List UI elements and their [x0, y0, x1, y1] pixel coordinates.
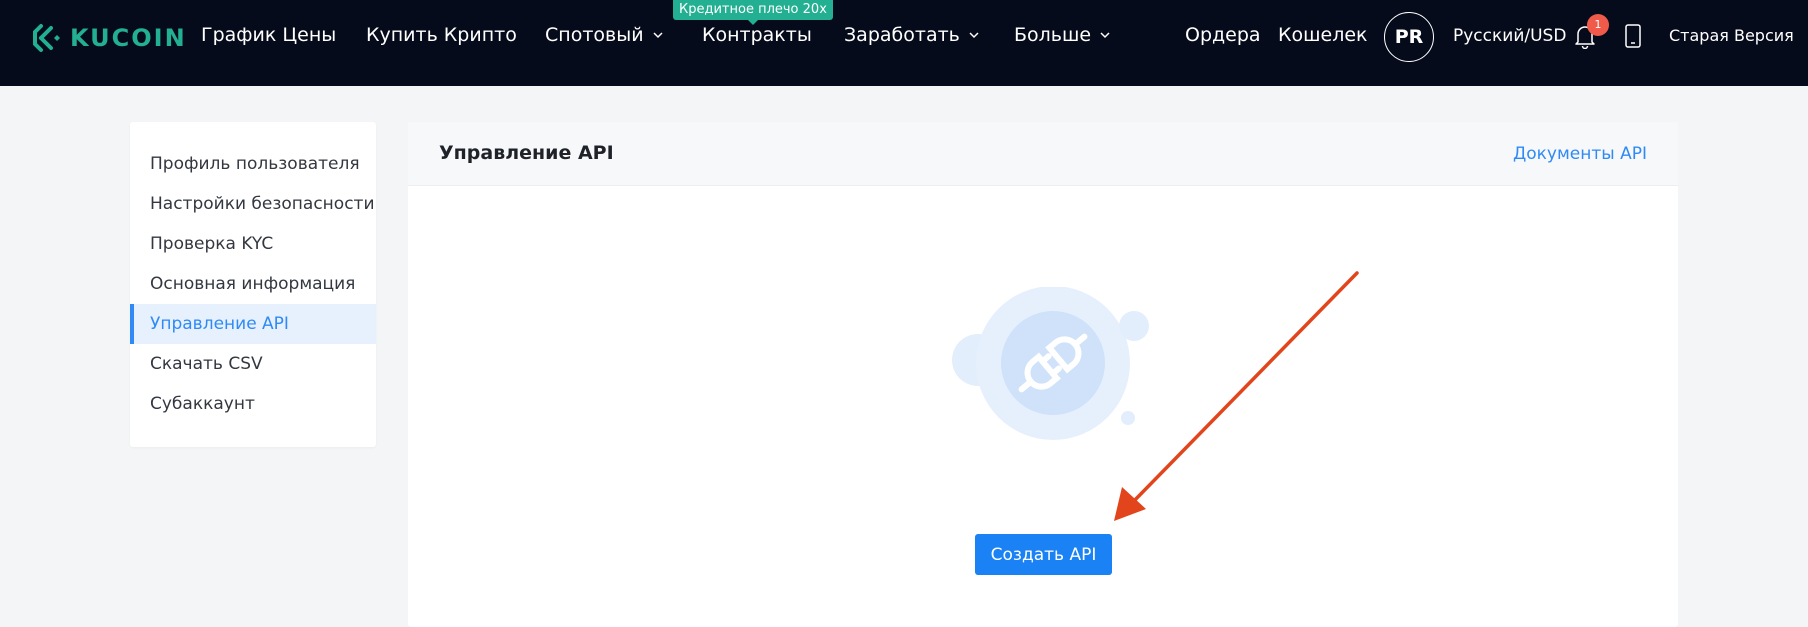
- old-version-link[interactable]: Старая Версия: [1669, 26, 1794, 45]
- sidebar-item-api-management[interactable]: Управление API: [130, 304, 376, 344]
- leverage-promo-badge: Кредитное плечо 20x: [673, 0, 833, 25]
- nav-label: Контракты: [702, 24, 812, 46]
- panel-header: Управление API Документы API: [408, 122, 1678, 186]
- nav-label: Заработать: [844, 24, 960, 46]
- sidebar-item-security-settings[interactable]: Настройки безопасности: [130, 184, 376, 224]
- chevron-down-icon: [653, 32, 663, 39]
- nav-contracts[interactable]: Контракты: [702, 24, 812, 46]
- sidebar-item-user-profile[interactable]: Профиль пользователя: [130, 144, 376, 184]
- sidebar-item-subaccount[interactable]: Субаккаунт: [130, 384, 376, 424]
- chevron-down-icon: [969, 32, 979, 39]
- notification-badge: 1: [1587, 14, 1609, 36]
- nav-label: Купить Крипто: [366, 24, 517, 46]
- user-avatar[interactable]: PR: [1384, 12, 1434, 62]
- nav-label: Спотовый: [545, 24, 644, 46]
- nav-label: График Цены: [201, 24, 337, 46]
- nav-earn[interactable]: Заработать: [844, 24, 980, 46]
- nav-buy-crypto[interactable]: Купить Крипто: [366, 24, 517, 46]
- plug-icon: [952, 287, 1149, 440]
- language-currency-selector[interactable]: Русский/USD: [1453, 26, 1566, 46]
- nav-label: Больше: [1014, 24, 1092, 46]
- kucoin-logo-icon: [33, 24, 60, 52]
- api-docs-link[interactable]: Документы API: [1513, 144, 1647, 164]
- nav-spot[interactable]: Спотовый: [545, 24, 664, 46]
- wallet-link[interactable]: Кошелек: [1278, 24, 1368, 46]
- orders-link[interactable]: Ордера: [1185, 24, 1261, 46]
- account-sidebar: Профиль пользователя Настройки безопасно…: [130, 122, 376, 447]
- page-title: Управление API: [439, 142, 614, 164]
- nav-price-chart[interactable]: График Цены: [201, 24, 336, 46]
- create-api-button[interactable]: Создать API: [975, 534, 1112, 575]
- api-management-panel: Управление API Документы API Создать API: [408, 122, 1678, 627]
- chevron-down-icon: [1100, 32, 1110, 39]
- logo-text: KUCOIN: [70, 24, 187, 52]
- nav-more[interactable]: Больше: [1014, 24, 1111, 46]
- sidebar-item-kyc[interactable]: Проверка KYC: [130, 224, 376, 264]
- mobile-app-icon[interactable]: [1624, 24, 1642, 48]
- sidebar-item-download-csv[interactable]: Скачать CSV: [130, 344, 376, 384]
- kucoin-logo[interactable]: KUCOIN: [32, 22, 187, 54]
- sidebar-item-basic-info[interactable]: Основная информация: [130, 264, 376, 304]
- top-navbar: KUCOIN График Цены Купить Крипто Спотовы…: [0, 0, 1808, 86]
